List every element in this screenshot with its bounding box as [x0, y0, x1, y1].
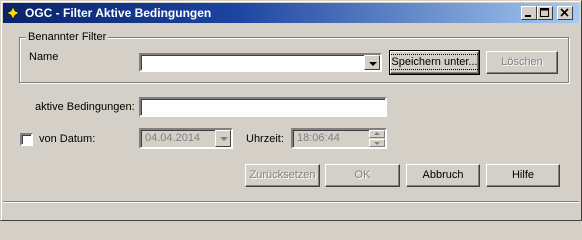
close-icon [560, 8, 569, 17]
help-button-label: Hilfe [511, 169, 534, 181]
status-bar [3, 201, 579, 219]
reset-button-label: Zurücksetzen [249, 169, 316, 181]
delete-button-label: Löschen [501, 56, 543, 68]
active-conditions-input[interactable] [139, 97, 387, 117]
spin-down-icon[interactable] [369, 139, 385, 147]
minimize-icon [525, 15, 531, 17]
spin-up-icon[interactable] [369, 130, 385, 138]
close-button[interactable] [557, 6, 573, 20]
date-value: 04.04.2014 [145, 132, 201, 144]
named-filter-group-label: Benannter Filter [26, 31, 109, 43]
cancel-button-label: Abbruch [422, 169, 464, 181]
maximize-button[interactable] [537, 6, 553, 20]
filter-name-combobox[interactable] [139, 53, 382, 72]
minimize-button[interactable] [521, 6, 537, 20]
app-icon [7, 7, 19, 19]
time-spinner[interactable]: 18:06:44 [291, 128, 387, 149]
maximize-icon [540, 8, 549, 17]
ok-button-label: OK [354, 169, 371, 181]
cancel-button[interactable]: Abbruch [406, 164, 480, 187]
filter-dialog-window: OGC - Filter Aktive Bedingungen Benannte… [0, 0, 582, 221]
name-label: Name [29, 51, 59, 63]
calendar-dropdown-icon[interactable] [215, 130, 231, 147]
active-conditions-label: aktive Bedingungen: [35, 101, 135, 113]
time-label: Uhrzeit: [246, 133, 284, 145]
help-button[interactable]: Hilfe [486, 164, 560, 187]
from-date-label: von Datum: [39, 133, 96, 145]
title-bar[interactable]: OGC - Filter Aktive Bedingungen [3, 3, 579, 23]
from-date-checkbox[interactable] [20, 133, 33, 146]
save-as-button-label: Speichern unter... [389, 54, 480, 70]
date-picker[interactable]: 04.04.2014 [139, 128, 233, 149]
chevron-down-icon[interactable] [364, 55, 380, 70]
reset-button[interactable]: Zurücksetzen [245, 164, 320, 187]
delete-button[interactable]: Löschen [486, 51, 558, 74]
time-value: 18:06:44 [297, 132, 340, 144]
save-as-button[interactable]: Speichern unter... [389, 50, 480, 75]
ok-button[interactable]: OK [325, 164, 400, 187]
window-title: OGC - Filter Aktive Bedingungen [25, 6, 212, 20]
